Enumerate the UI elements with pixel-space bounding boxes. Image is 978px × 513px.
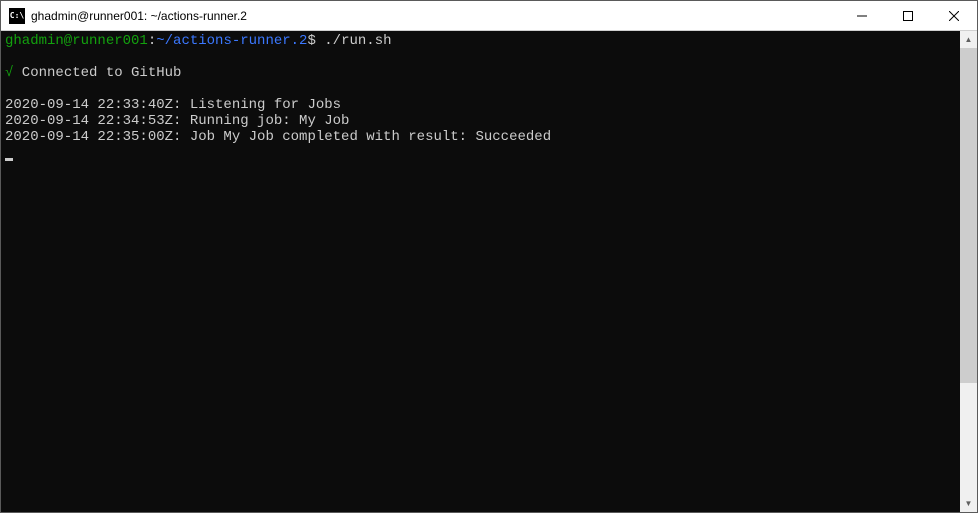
terminal-output[interactable]: ghadmin@runner001:~/actions-runner.2$ ./…: [1, 31, 960, 512]
prompt-command: ./run.sh: [324, 33, 391, 49]
log-line: 2020-09-14 22:33:40Z: Listening for Jobs: [5, 97, 341, 113]
prompt-path: ~/actions-runner.2: [156, 33, 307, 49]
log-line: 2020-09-14 22:34:53Z: Running job: My Jo…: [5, 113, 349, 129]
maximize-button[interactable]: [885, 1, 931, 30]
scroll-thumb[interactable]: [960, 48, 977, 383]
vertical-scrollbar[interactable]: ▲ ▼: [960, 31, 977, 512]
terminal-window: C:\ ghadmin@runner001: ~/actions-runner.…: [0, 0, 978, 513]
close-button[interactable]: [931, 1, 977, 30]
scroll-up-button[interactable]: ▲: [960, 31, 977, 48]
scroll-track[interactable]: [960, 48, 977, 495]
connected-text: Connected to GitHub: [13, 65, 181, 81]
terminal-icon: C:\: [9, 8, 25, 24]
minimize-button[interactable]: [839, 1, 885, 30]
prompt-sep: :: [148, 33, 156, 49]
scroll-down-button[interactable]: ▼: [960, 495, 977, 512]
terminal-body: ghadmin@runner001:~/actions-runner.2$ ./…: [1, 31, 977, 512]
log-line: 2020-09-14 22:35:00Z: Job My Job complet…: [5, 129, 551, 145]
window-title: ghadmin@runner001: ~/actions-runner.2: [31, 9, 839, 23]
terminal-cursor: [5, 158, 13, 161]
prompt-userhost: ghadmin@runner001: [5, 33, 148, 49]
window-controls: [839, 1, 977, 30]
prompt-dollar: $: [307, 33, 315, 49]
titlebar: C:\ ghadmin@runner001: ~/actions-runner.…: [1, 1, 977, 31]
